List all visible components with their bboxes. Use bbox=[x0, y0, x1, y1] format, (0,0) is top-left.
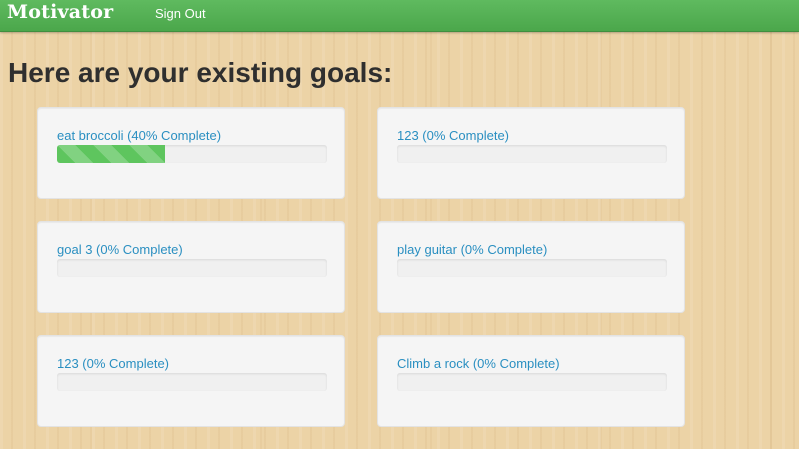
goal-progress-bar bbox=[397, 145, 667, 163]
goal-card: play guitar (0% Complete) bbox=[377, 221, 685, 313]
goal-link[interactable]: 123 (0% Complete) bbox=[397, 128, 509, 143]
sign-out-link[interactable]: Sign Out bbox=[155, 6, 206, 21]
goal-card: goal 3 (0% Complete) bbox=[37, 221, 345, 313]
page-title: Here are your existing goals: bbox=[8, 57, 393, 88]
goal-card: Climb a rock (0% Complete) bbox=[377, 335, 685, 427]
goal-card: 123 (0% Complete) bbox=[37, 335, 345, 427]
goal-progress-bar bbox=[57, 145, 327, 163]
top-navbar: Motivator Sign Out bbox=[0, 0, 799, 32]
goal-progress-bar bbox=[57, 373, 327, 391]
goal-link[interactable]: goal 3 (0% Complete) bbox=[57, 242, 183, 257]
goal-progress-bar bbox=[57, 259, 327, 277]
goal-link[interactable]: eat broccoli (40% Complete) bbox=[57, 128, 221, 143]
goal-card: 123 (0% Complete) bbox=[377, 107, 685, 199]
goal-link[interactable]: play guitar (0% Complete) bbox=[397, 242, 547, 257]
goal-progress-bar bbox=[397, 259, 667, 277]
goal-progress-bar bbox=[397, 373, 667, 391]
goal-link[interactable]: Climb a rock (0% Complete) bbox=[397, 356, 560, 371]
goal-link[interactable]: 123 (0% Complete) bbox=[57, 356, 169, 371]
brand-logo[interactable]: Motivator bbox=[7, 1, 113, 23]
goal-card: eat broccoli (40% Complete) bbox=[37, 107, 345, 199]
goal-progress-fill bbox=[57, 145, 165, 163]
